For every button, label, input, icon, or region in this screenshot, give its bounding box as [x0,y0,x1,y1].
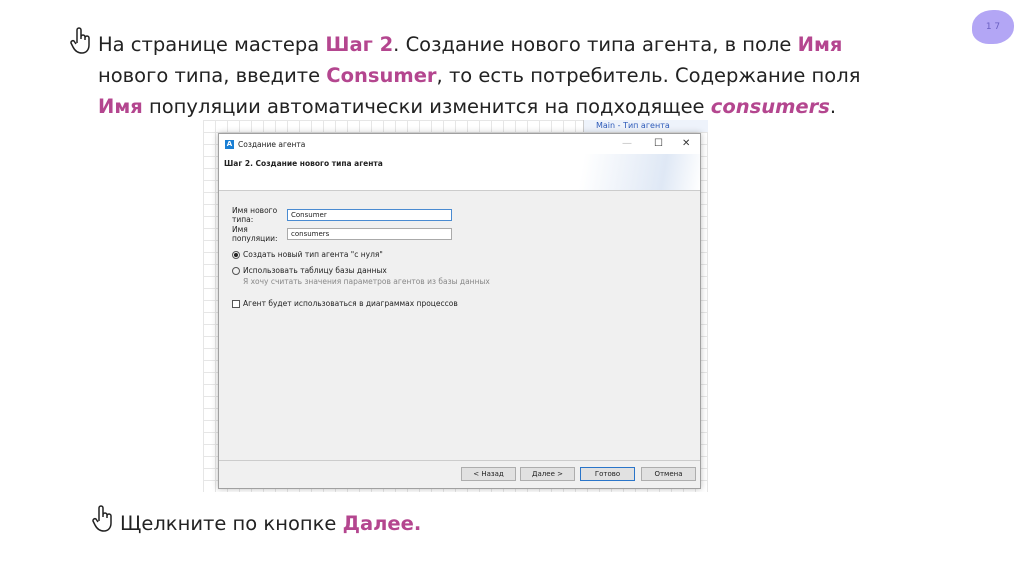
dialog-title: Создание агента [238,139,306,149]
cancel-button[interactable]: Отмена [641,467,696,481]
pointing-hand-icon [70,27,90,54]
slide-number-badge: 1 7 [972,10,1014,44]
radio-icon [232,266,240,275]
finish-button[interactable]: Готово [580,467,635,481]
population-input[interactable]: consumers [287,228,452,240]
close-icon[interactable]: ✕ [682,138,690,149]
background-tab: Main - Тип агента [583,120,708,132]
type-name-input[interactable]: Consumer [287,209,452,221]
checkbox-icon [232,299,240,308]
title-bar: A Создание агента — ☐ ✕ [219,134,700,154]
population-label: Имя популяции: [232,225,278,243]
step-header: Шаг 2. Создание нового типа агента [219,154,700,191]
create-agent-dialog: A Создание агента — ☐ ✕ Шаг 2. Создание … [218,133,701,489]
minimize-icon[interactable]: — [622,138,632,149]
anylogic-logo-icon: A [225,139,234,149]
instruction-text-1: На странице мастера Шаг 2. Создание ново… [98,33,861,118]
radio-new-type[interactable]: Создать новый тип агента "с нуля" [232,250,383,259]
instruction-text-2: Щелкните по кнопке Далее. [120,512,422,535]
radio-database-hint: Я хочу считать значения параметров агент… [243,277,490,286]
radio-selected-icon [232,250,240,259]
radio-database[interactable]: Использовать таблицу базы данных [232,266,387,275]
maximize-icon[interactable]: ☐ [654,138,663,149]
screenshot: Main - Тип агента A Создание агента — ☐ … [203,120,708,492]
back-button[interactable]: < Назад [461,467,516,481]
process-checkbox[interactable]: Агент будет использоваться в диаграммах … [232,299,458,308]
pointing-hand-icon [92,505,112,532]
type-name-label: Имя нового типа: [232,206,278,224]
next-button[interactable]: Далее > [520,467,575,481]
footer-divider [219,460,700,461]
